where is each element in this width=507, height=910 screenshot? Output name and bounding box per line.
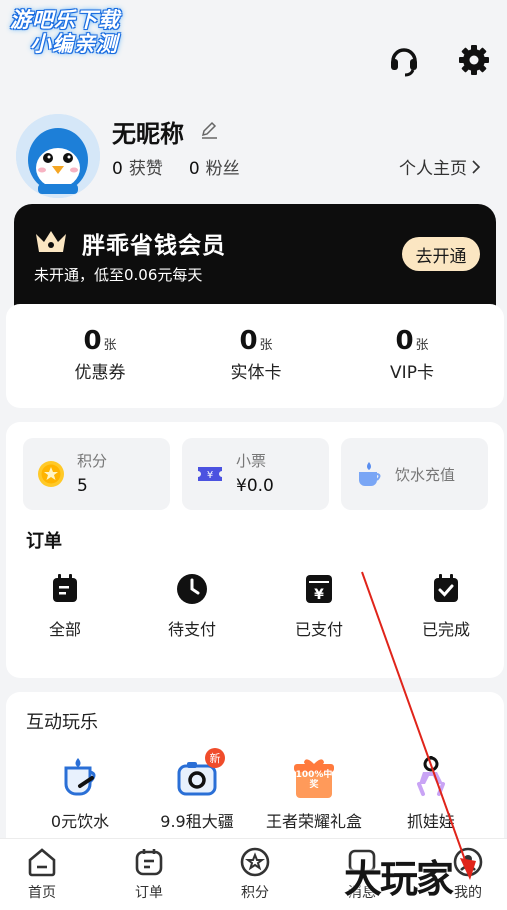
annotation-arrow (361, 571, 476, 880)
